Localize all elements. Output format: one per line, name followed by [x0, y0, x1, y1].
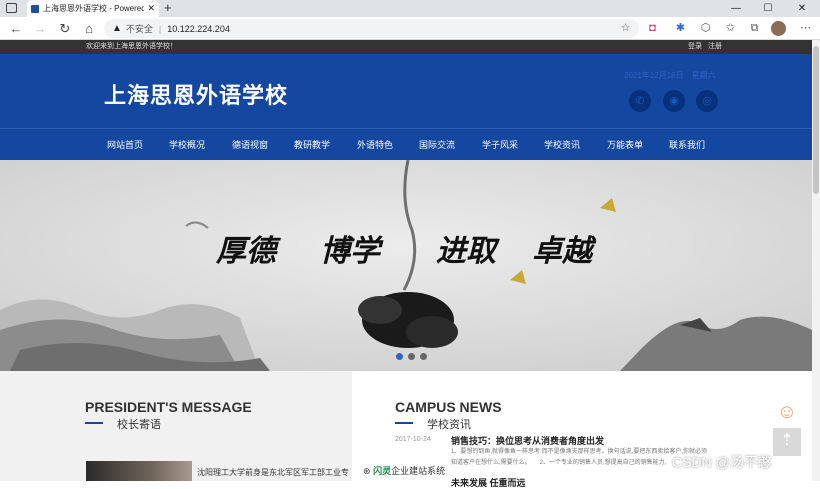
nav-item-contact[interactable]: 联系我们 — [669, 129, 705, 161]
wechat-icon[interactable]: ◉ — [663, 90, 685, 112]
president-heading: PRESIDENT'S MESSAGE — [85, 399, 252, 415]
nav-item-languages[interactable]: 外语特色 — [357, 129, 393, 161]
nav-item-international[interactable]: 国际交流 — [419, 129, 455, 161]
favorite-star-icon[interactable]: ☆ — [617, 20, 634, 37]
slogan-word: 博学 — [320, 234, 380, 269]
favorites-icon[interactable]: ✩ — [722, 20, 739, 37]
nav-item-students[interactable]: 学子风采 — [482, 129, 518, 161]
slogan-word: 卓越 — [532, 234, 592, 269]
nav-item-teaching[interactable]: 教研教学 — [294, 129, 330, 161]
address-toolbar: ← → ↻ ⌂ ▲ 不安全 | 10.122.224.204 ☆ ◘ ✱ ⬡ ✩… — [0, 17, 820, 40]
site-favicon-icon — [31, 4, 39, 13]
csdn-watermark: CSDN @汤不憨 — [672, 454, 772, 470]
weibo-icon[interactable]: ◎ — [696, 90, 718, 112]
extension-icon[interactable]: ◘ — [644, 20, 661, 37]
carousel-dot[interactable] — [420, 353, 427, 360]
insecure-label: 不安全 — [125, 24, 153, 34]
president-photo — [86, 461, 192, 481]
reload-icon[interactable]: ↻ — [55, 19, 75, 38]
new-tab-button[interactable]: + — [164, 1, 172, 15]
site-header: 上海思恩外语学校 2021年12月18日 星期六 ✆ ◉ ◎ — [0, 54, 812, 128]
tab-title: 上海思恩外语学校 - Powered by — [43, 4, 145, 13]
forward-arrow-icon[interactable]: → — [30, 19, 50, 38]
back-arrow-icon[interactable]: ← — [6, 19, 26, 38]
address-bar[interactable]: ▲ 不安全 | 10.122.224.204 — [104, 19, 639, 38]
president-section: PRESIDENT'S MESSAGE 校长寄语 沈阳理工大学前身是东北军区军工… — [0, 371, 352, 481]
news-subheading: 学校资讯 — [427, 419, 471, 431]
phone-icon[interactable]: ✆ — [629, 90, 651, 112]
url-text: 10.122.224.204 — [167, 23, 230, 34]
main-nav: 网站首页 学校概况 德语视窗 教研教学 外语特色 国际交流 学子风采 学校资讯 … — [0, 128, 812, 160]
browser-tab-bar: 上海思恩外语学校 - Powered by ✕ + — ☐ ✕ — [0, 0, 820, 17]
collections-icon[interactable]: ⧉ — [746, 20, 763, 37]
back-to-top-button[interactable]: ⇡ — [773, 428, 801, 456]
home-icon[interactable]: ⌂ — [79, 19, 99, 38]
brand-logo-icon: ⊛ — [363, 466, 371, 476]
browser-tab[interactable]: 上海思恩外语学校 - Powered by ✕ — [27, 0, 159, 17]
tab-actions-icon[interactable] — [6, 3, 17, 13]
nav-item-german[interactable]: 德语视窗 — [232, 129, 268, 161]
extensions-puzzle-icon[interactable]: ⬡ — [697, 20, 714, 37]
news-title-2[interactable]: 未来发展 任重而远 — [451, 476, 526, 489]
window-close-button[interactable]: ✕ — [790, 0, 814, 17]
news-date: 2017-10-24 — [395, 436, 431, 443]
carousel-dot[interactable] — [408, 353, 415, 360]
register-link[interactable]: 注册 — [708, 40, 722, 54]
brand-tag: ⊛ 闪灵企业建站系统 — [363, 466, 446, 476]
nav-item-form[interactable]: 万能表单 — [607, 129, 643, 161]
school-logo[interactable]: 上海思恩外语学校 — [104, 78, 288, 110]
news-heading: CAMPUS NEWS — [395, 399, 502, 415]
president-excerpt[interactable]: 沈阳理工大学前身是东北军区军工部工业专 — [197, 467, 349, 478]
hero-banner: 厚德 博学 进取 卓越 — [0, 160, 812, 371]
news-title[interactable]: 销售技巧：换位思考从消费者角度出发 — [451, 434, 604, 447]
scrollbar-thumb[interactable] — [813, 46, 819, 194]
ink-painting-illustration — [0, 160, 812, 371]
login-link[interactable]: 登录 — [688, 40, 702, 54]
window-minimize-button[interactable]: — — [724, 0, 748, 17]
profile-avatar[interactable] — [771, 21, 786, 36]
extension-icon[interactable]: ✱ — [672, 20, 689, 37]
tab-close-icon[interactable]: ✕ — [147, 3, 155, 14]
nav-item-news[interactable]: 学校资讯 — [544, 129, 580, 161]
more-menu-icon[interactable]: ⋯ — [797, 20, 814, 37]
window-maximize-button[interactable]: ☐ — [756, 0, 780, 17]
heading-underline — [395, 422, 413, 424]
nav-item-home[interactable]: 网站首页 — [107, 129, 143, 161]
carousel-dot-active[interactable] — [396, 353, 403, 360]
welcome-text: 欢迎来到上海思恩外语学校！ — [86, 43, 177, 50]
slogan-word: 厚德 — [216, 234, 276, 269]
warning-triangle-icon: ▲ — [112, 23, 122, 34]
nav-item-overview[interactable]: 学校概况 — [169, 129, 205, 161]
customer-service-icon[interactable]: ☺ — [773, 398, 801, 426]
url-separator: | — [158, 23, 162, 34]
heading-underline — [85, 422, 103, 424]
top-strip: 欢迎来到上海思恩外语学校！ 登录 注册 — [0, 40, 812, 54]
president-subheading: 校长寄语 — [117, 419, 161, 431]
slogan-word: 进取 — [436, 234, 496, 269]
date-display: 2021年12月18日 星期六 — [624, 71, 716, 80]
